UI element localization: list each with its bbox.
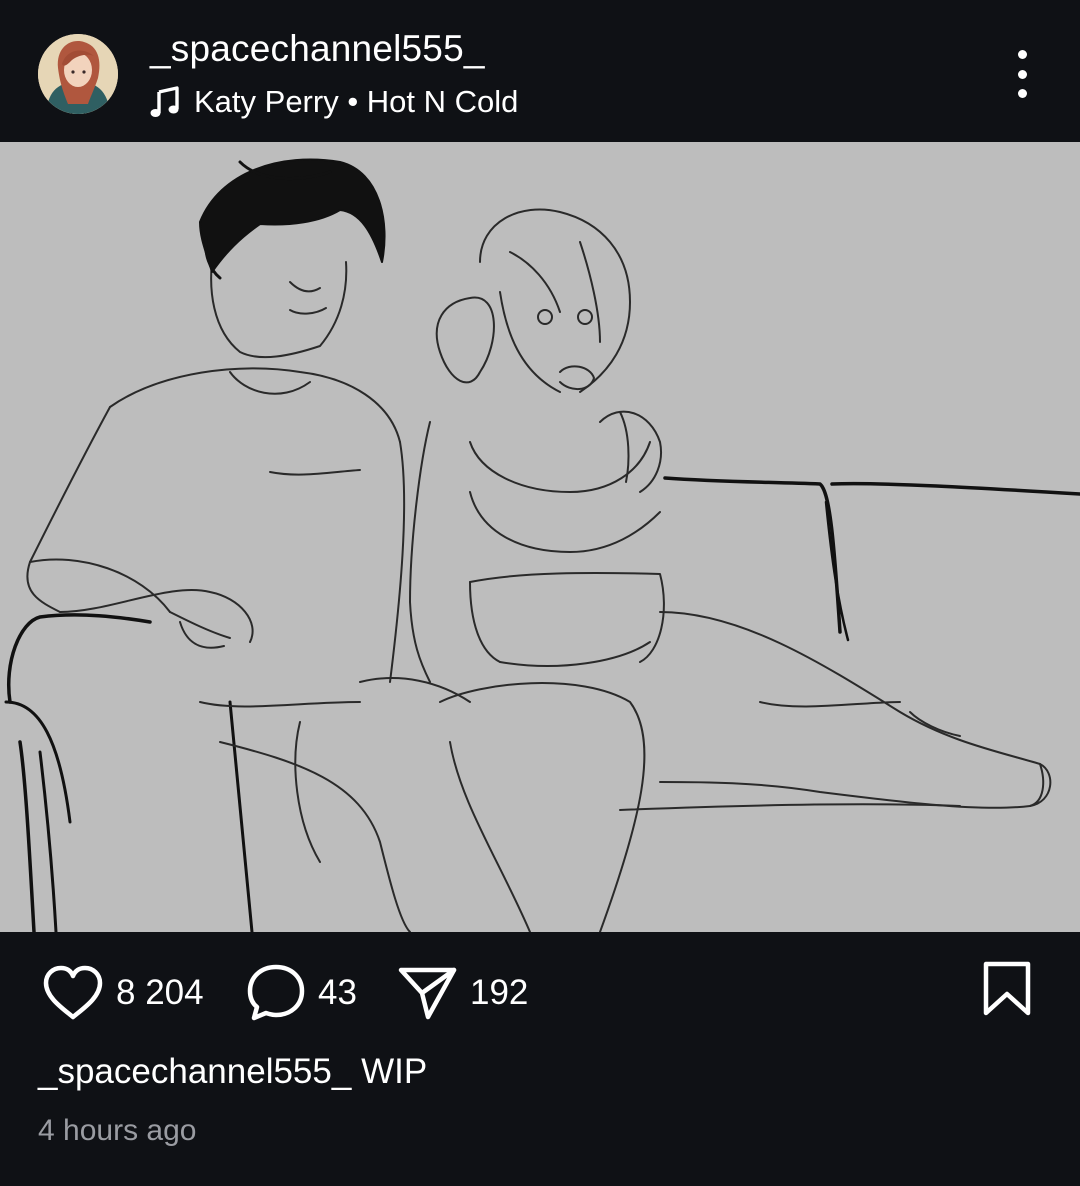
more-options-button[interactable] xyxy=(1002,50,1042,98)
music-info[interactable]: Katy Perry • Hot N Cold xyxy=(150,82,518,122)
post-actions: 8 204 43 192 xyxy=(0,932,1080,1052)
more-dot xyxy=(1017,69,1027,79)
paper-plane-icon xyxy=(398,967,457,1020)
like-count: 8 204 xyxy=(116,973,204,1012)
avatar-illustration xyxy=(38,34,118,114)
post-media[interactable] xyxy=(0,142,1080,932)
post-caption: _spacechannel555_ WIP xyxy=(38,1052,427,1092)
comment-bubble-icon xyxy=(247,964,305,1021)
bookmark-button[interactable] xyxy=(980,960,1034,1018)
more-vertical-icon xyxy=(1017,50,1027,59)
music-note-icon xyxy=(150,86,180,118)
user-avatar[interactable] xyxy=(38,34,118,114)
more-dot xyxy=(1017,89,1027,98)
post-username[interactable]: _spacechannel555_ xyxy=(150,28,485,70)
heart-icon xyxy=(43,965,103,1020)
post-card: _spacechannel555_ Katy Perry • Hot N Col… xyxy=(0,0,1080,1186)
comment-button[interactable]: 43 xyxy=(246,962,357,1024)
caption-username[interactable]: _spacechannel555_ xyxy=(38,1052,351,1091)
share-count: 192 xyxy=(470,973,529,1012)
caption-text: WIP xyxy=(361,1052,428,1091)
post-timestamp: 4 hours ago xyxy=(38,1114,197,1147)
bookmark-icon xyxy=(983,961,1031,1016)
post-header: _spacechannel555_ Katy Perry • Hot N Col… xyxy=(0,0,1080,142)
music-track-label: Katy Perry • Hot N Cold xyxy=(194,84,519,119)
comment-count: 43 xyxy=(318,973,357,1012)
share-button[interactable]: 192 xyxy=(398,962,528,1024)
sketch-artwork xyxy=(4,158,1080,932)
like-button[interactable]: 8 204 xyxy=(42,962,204,1024)
